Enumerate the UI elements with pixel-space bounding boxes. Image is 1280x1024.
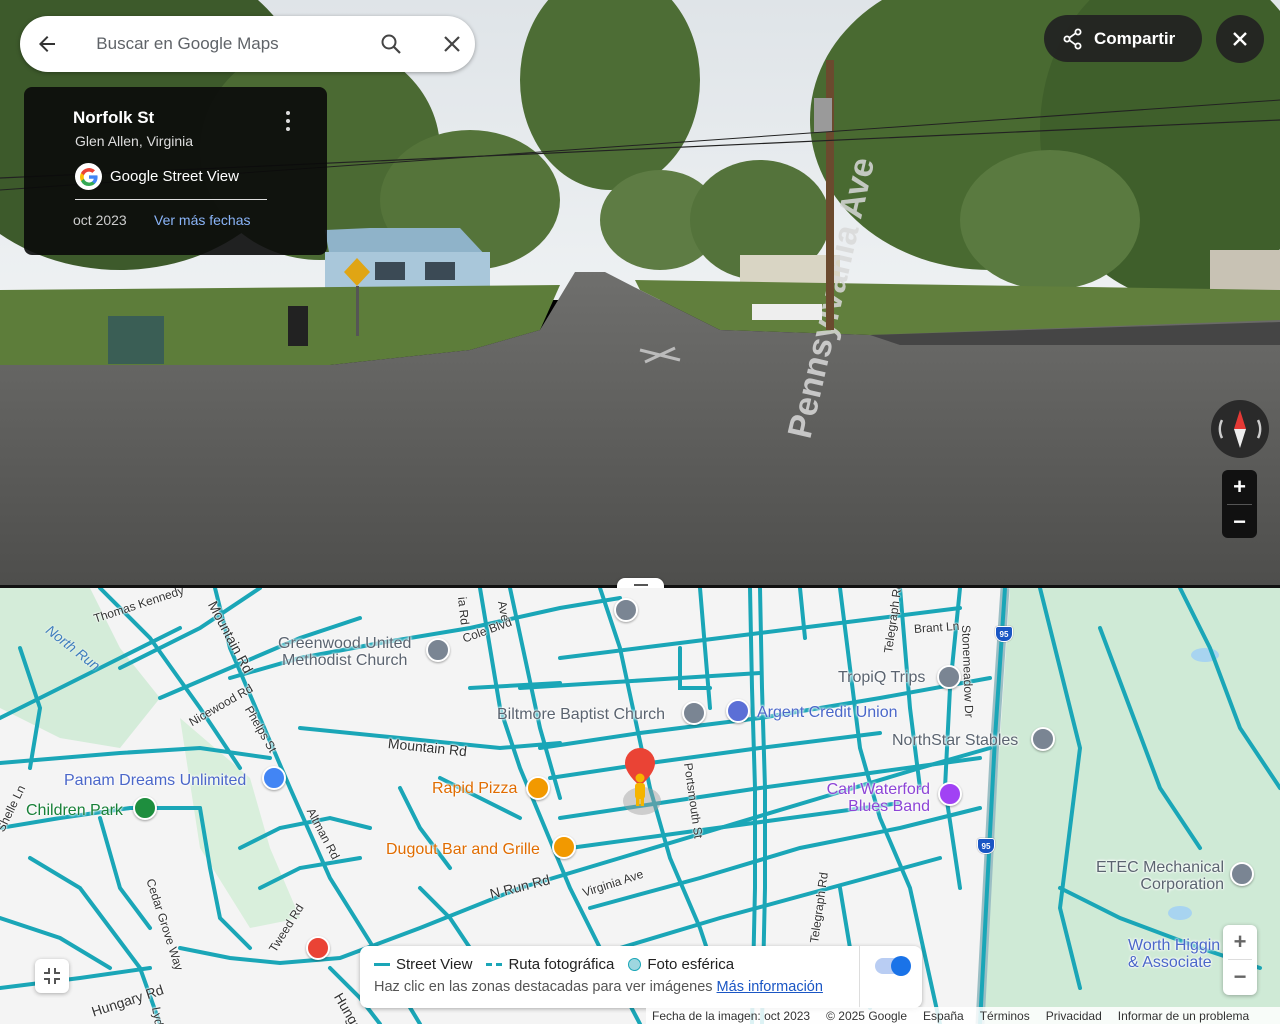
shopping-icon[interactable] [262,766,286,790]
pin-icon[interactable] [1230,862,1254,886]
share-button[interactable]: Compartir [1044,15,1202,62]
restaurant-icon[interactable] [526,776,550,800]
poi-label[interactable]: Biltmore Baptist Church [497,706,665,723]
back-arrow-icon [39,36,56,52]
street-view-coverage-road[interactable] [798,588,807,640]
capture-date: oct 2023 [73,212,127,228]
poi-label[interactable]: ETEC Mechanical Corporation [1080,859,1224,893]
divider [859,946,860,1008]
source-label: Google Street View [110,168,239,185]
street-view-coverage-road[interactable] [898,588,922,790]
street-view-coverage-road[interactable] [598,588,722,990]
copyright: © 2025 Google [826,1008,908,1023]
restaurant-icon[interactable] [552,835,576,859]
poi-label[interactable]: NorthStar Stables [892,732,1018,749]
poi-label[interactable]: Rapid Pizza [432,780,517,797]
legend-hint: Haz clic en las zonas destacadas para ve… [374,979,823,995]
compass-control[interactable] [1211,400,1269,458]
tree-icon[interactable] [133,796,157,820]
legend-label: Foto esférica [647,956,735,973]
poi-label[interactable]: Carl Waterford Blues Band [810,781,930,815]
more-options-icon[interactable] [280,109,296,133]
privacy-link[interactable]: Privacidad [1046,1009,1102,1023]
poi-label[interactable]: Children Park [26,802,123,819]
zoom-out-button[interactable]: − [1223,960,1257,994]
school-icon[interactable] [614,598,638,622]
location-info-card: Norfolk St Glen Allen, Virginia Google S… [24,87,327,255]
legend-photo-path: Ruta fotográfica [486,956,614,973]
search-button[interactable] [368,20,415,68]
interstate-shield-icon: 95 [977,838,995,854]
zoom-out-button[interactable]: − [1222,505,1257,539]
image-date: Fecha de la imagen: oct 2023 [652,1008,811,1023]
share-icon [1063,28,1082,49]
poi-label[interactable]: Argent Credit Union [757,704,898,721]
poi-label[interactable]: Greenwood United Methodist Church [278,635,411,669]
maps-street-view-app: Pennsylvania Ave Buscar en Google Maps C… [0,0,1280,1024]
church-icon[interactable] [682,701,706,725]
locality: Glen Allen, Virginia [75,133,194,149]
theater-icon[interactable] [938,782,962,806]
map-footer: Fecha de la imagen: oct 2023 © 2025 Goog… [646,1007,1280,1024]
street-view-panorama[interactable]: Pennsylvania Ave Buscar en Google Maps C… [0,0,1280,586]
legend-hint-text: Haz clic en las zonas destacadas para ve… [374,979,713,995]
close-street-view-button[interactable] [1216,15,1264,63]
street-view-layer-toggle[interactable] [875,956,911,976]
legend-label: Ruta fotográfica [508,956,615,973]
compass-icon [1218,410,1262,448]
street-view-zoom-control: + − [1222,470,1257,538]
close-icon [1233,32,1247,46]
region-link[interactable]: España [923,1009,964,1023]
street-view-coverage-road[interactable] [518,671,762,690]
church-icon[interactable] [426,638,450,662]
poi-label[interactable]: Dugout Bar and Grille [386,841,540,858]
legend-label: Street View [396,956,473,973]
museum-icon[interactable] [306,936,330,960]
collapse-map-button[interactable] [35,959,69,993]
search-bar [20,16,475,72]
search-input[interactable] [96,34,358,54]
road-label: ia Rd [455,596,472,626]
zoom-in-button[interactable]: + [1223,925,1257,959]
clear-search-button[interactable] [428,20,475,68]
street-view-legend: Street View Ruta fotográfica Foto esféri… [360,946,922,1008]
collapse-icon [44,968,60,984]
poi-label[interactable]: TropiQ Trips [838,669,925,686]
more-dates-link[interactable]: Ver más fechas [154,212,251,228]
share-label: Compartir [1094,28,1176,48]
map-zoom-control: + − [1223,925,1257,995]
poi-label[interactable]: Panam Dreams Unlimited [64,772,246,789]
interstate-shield-icon: 95 [995,626,1013,642]
divider [75,199,267,200]
google-logo-icon [75,163,102,190]
street-view-coverage-road[interactable] [98,816,152,930]
legend-street-view: Street View [374,956,472,973]
terms-link[interactable]: Términos [980,1009,1030,1023]
report-problem-link[interactable]: Informar de un problema [1118,1009,1249,1023]
legend-spherical-photo: Foto esférica [628,956,734,973]
zoom-in-button[interactable]: + [1222,470,1257,504]
street-name: Norfolk St [73,108,155,127]
image-source: Google Street View [75,163,239,190]
more-info-link[interactable]: Más información [717,979,823,995]
street-view-coverage-road[interactable] [618,856,942,950]
bank-icon[interactable] [726,699,750,723]
search-icon [381,34,401,54]
street-view-coverage-road[interactable] [588,806,982,910]
pin-icon[interactable] [1031,727,1055,751]
map-pane[interactable]: Thomas Kennedy North Run Mountain Rd Col… [0,588,1280,1024]
pin-icon[interactable] [937,665,961,689]
street-view-coverage-road[interactable] [0,966,152,990]
legend-items: Street View Ruta fotográfica Foto esféri… [374,956,748,973]
close-icon [443,36,460,52]
back-button[interactable] [20,16,74,72]
